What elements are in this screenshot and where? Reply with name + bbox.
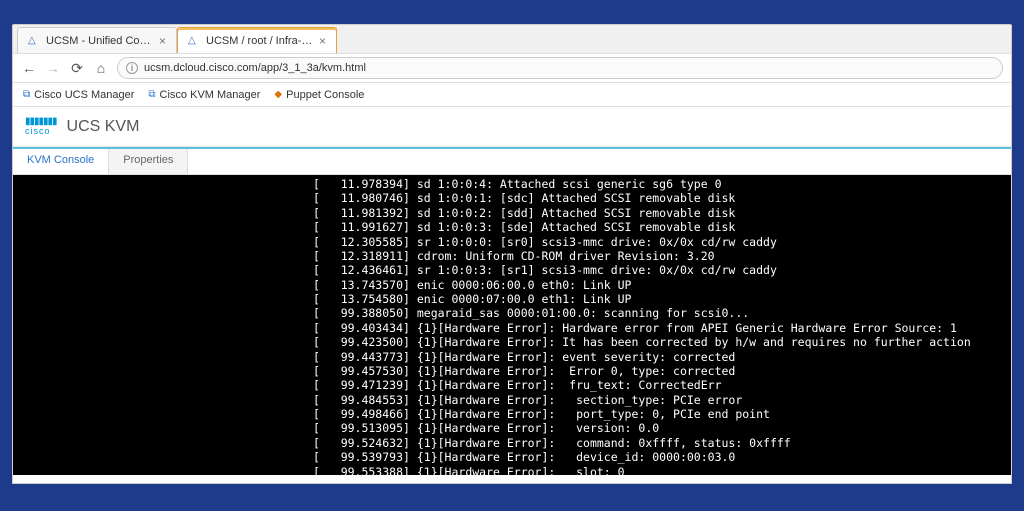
console-line: [ 99.498466] {1}[Hardware Error]: port_t… [13, 407, 1011, 421]
bookmark-item[interactable]: ⧉ Cisco UCS Manager [23, 89, 134, 101]
browser-window: △ UCSM - Unified Comput × △ UCSM / root … [12, 24, 1012, 484]
console-line: [ 99.471239] {1}[Hardware Error]: fru_te… [13, 378, 1011, 392]
console-line: [ 99.457530] {1}[Hardware Error]: Error … [13, 364, 1011, 378]
console-line: [ 99.388050] megaraid_sas 0000:01:00.0: … [13, 306, 1011, 320]
favicon-icon: △ [188, 35, 200, 47]
address-bar: ← → ⟳ ⌂ i ucsm.dcloud.cisco.com/app/3_1_… [13, 53, 1011, 83]
tab-properties[interactable]: Properties [109, 149, 188, 174]
console-line: [ 12.318911] cdrom: Uniform CD-ROM drive… [13, 249, 1011, 263]
console-line: [ 99.513095] {1}[Hardware Error]: versio… [13, 421, 1011, 435]
favicon-icon: △ [28, 35, 40, 47]
tab-close-icon[interactable]: × [319, 34, 326, 48]
console-line: [ 13.743570] enic 0000:06:00.0 eth0: Lin… [13, 278, 1011, 292]
tab-close-icon[interactable]: × [159, 34, 166, 48]
console-line: [ 11.981392] sd 1:0:0:2: [sdd] Attached … [13, 206, 1011, 220]
console-line: [ 12.436461] sr 1:0:0:3: [sr1] scsi3-mmc… [13, 263, 1011, 277]
app-header: ▮▮▮▮▮▮▮ cisco UCS KVM [13, 107, 1011, 147]
reload-button[interactable]: ⟳ [69, 60, 85, 77]
bookmark-item[interactable]: ⧉ Cisco KVM Manager [148, 89, 260, 101]
tab-title: UCSM - Unified Comput [46, 35, 153, 47]
bookmarks-bar: ⧉ Cisco UCS Manager ⧉ Cisco KVM Manager … [13, 83, 1011, 107]
console-line: [ 99.524632] {1}[Hardware Error]: comman… [13, 436, 1011, 450]
cisco-logo: ▮▮▮▮▮▮▮ cisco [25, 117, 57, 136]
back-button[interactable]: ← [21, 60, 37, 76]
bookmark-item[interactable]: ◆ Puppet Console [274, 89, 364, 101]
home-button[interactable]: ⌂ [93, 60, 109, 76]
bookmark-icon: ⧉ [23, 89, 30, 100]
console-line: [ 11.991627] sd 1:0:0:3: [sde] Attached … [13, 220, 1011, 234]
bookmark-label: Puppet Console [286, 89, 364, 101]
console-line: [ 99.423500] {1}[Hardware Error]: It has… [13, 335, 1011, 349]
console-line: [ 11.978394] sd 1:0:0:4: Attached scsi g… [13, 177, 1011, 191]
console-line: [ 12.305585] sr 1:0:0:0: [sr0] scsi3-mmc… [13, 235, 1011, 249]
forward-button[interactable]: → [45, 60, 61, 76]
bookmark-label: Cisco KVM Manager [160, 89, 261, 101]
console-line: [ 11.980746] sd 1:0:0:1: [sdc] Attached … [13, 191, 1011, 205]
console-line: [ 99.443773] {1}[Hardware Error]: event … [13, 350, 1011, 364]
bookmark-label: Cisco UCS Manager [34, 89, 134, 101]
bookmark-icon: ◆ [274, 89, 282, 100]
browser-tab[interactable]: △ UCSM - Unified Comput × [17, 27, 177, 53]
console-line: [ 99.553388] {1}[Hardware Error]: slot: … [13, 465, 1011, 476]
app-tab-strip: KVM Console Properties [13, 147, 1011, 175]
tab-kvm-console[interactable]: KVM Console [13, 149, 109, 174]
url-input[interactable]: i ucsm.dcloud.cisco.com/app/3_1_3a/kvm.h… [117, 57, 1003, 79]
tab-title: UCSM / root / Infra-Ser [206, 35, 313, 47]
bookmark-icon: ⧉ [148, 89, 155, 100]
console-line: [ 13.754580] enic 0000:07:00.0 eth1: Lin… [13, 292, 1011, 306]
console-line: [ 99.484553] {1}[Hardware Error]: sectio… [13, 393, 1011, 407]
app-title: UCS KVM [67, 118, 140, 136]
url-text: ucsm.dcloud.cisco.com/app/3_1_3a/kvm.htm… [144, 62, 366, 74]
console-line: [ 99.403434] {1}[Hardware Error]: Hardwa… [13, 321, 1011, 335]
site-info-icon[interactable]: i [126, 62, 138, 74]
kvm-console-output[interactable]: [ 11.978394] sd 1:0:0:4: Attached scsi g… [13, 175, 1011, 475]
console-line: [ 99.539793] {1}[Hardware Error]: device… [13, 450, 1011, 464]
browser-tab-strip: △ UCSM - Unified Comput × △ UCSM / root … [13, 25, 1011, 53]
logo-text: cisco [25, 127, 57, 136]
browser-tab[interactable]: △ UCSM / root / Infra-Ser × [177, 27, 337, 53]
